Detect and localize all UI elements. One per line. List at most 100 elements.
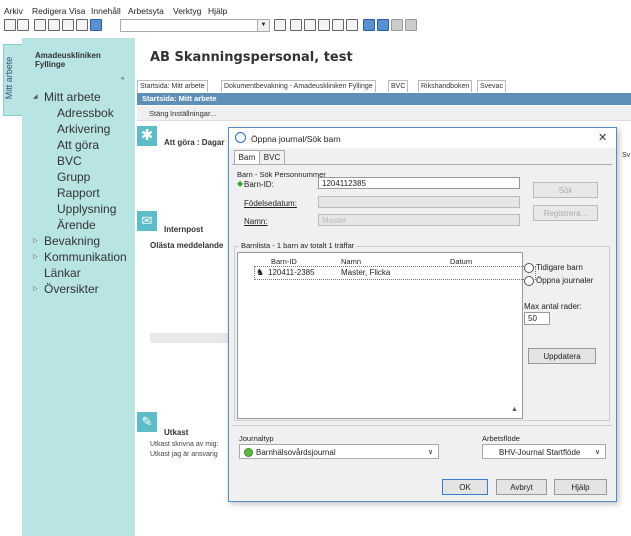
- birthdate-label: Födelsedatum:: [244, 199, 297, 208]
- collapsed-triangle-icon[interactable]: ▷: [33, 237, 38, 244]
- sidebar-item-arende[interactable]: Ärende: [57, 218, 96, 232]
- menu-verktyg[interactable]: Verktyg: [173, 6, 201, 16]
- toolbar-mail-icon[interactable]: [363, 19, 375, 31]
- tab-separator: [232, 164, 612, 165]
- tab-bvc-dialog[interactable]: BVC: [259, 150, 285, 165]
- main-tab-bar: Startsida: Mitt arbete Dokumentbevakning…: [137, 80, 631, 92]
- tab-bvc[interactable]: BVC: [388, 80, 409, 92]
- tab-rikshandboken[interactable]: Rikshandboken: [418, 80, 473, 92]
- toolbar-print-icon[interactable]: [34, 19, 46, 31]
- settings-command[interactable]: Inställningar...: [170, 109, 216, 118]
- sidebar-item-label: Mitt arbete: [44, 90, 101, 104]
- toolbar-rows-icon[interactable]: [332, 19, 344, 31]
- max-rows-input[interactable]: 50: [524, 312, 550, 325]
- toolbar-edit-icon[interactable]: [391, 19, 403, 31]
- toolbar-doc-icon[interactable]: [405, 19, 417, 31]
- sidebar-item-att-gora[interactable]: Att göra: [57, 138, 99, 152]
- birthdate-input[interactable]: [318, 196, 520, 208]
- command-bar: Stäng Inställningar...: [137, 106, 631, 121]
- children-list[interactable]: Barn-ID Namn Datum ♞ 120411-2385 Master,…: [237, 252, 536, 419]
- toolbar-search-combo[interactable]: ▼: [120, 19, 270, 32]
- chevron-down-icon[interactable]: ∨: [595, 445, 600, 460]
- ok-button[interactable]: OK: [442, 479, 488, 495]
- max-rows-text: Max antal rader:: [524, 302, 582, 311]
- sidebar-item-lankar[interactable]: Länkar: [44, 266, 81, 280]
- update-button[interactable]: Uppdatera: [528, 348, 596, 364]
- workflow-select[interactable]: BHV-Journal Startflöde ∨: [482, 444, 606, 459]
- menu-arkiv[interactable]: Arkiv: [4, 6, 23, 16]
- menu-hjalp[interactable]: Hjälp: [208, 6, 227, 16]
- mail-icon: ✉: [137, 211, 157, 231]
- required-marker-icon: ◆: [237, 179, 244, 188]
- sidebar-item-label: Bevakning: [44, 234, 101, 248]
- divider: [232, 425, 612, 426]
- toolbar: ▼: [0, 19, 631, 34]
- journal-app-icon: [235, 132, 246, 143]
- toolbar-cards-icon[interactable]: [304, 19, 316, 31]
- toolbar-save-icon[interactable]: [48, 19, 60, 31]
- scroll-up-icon[interactable]: ▲: [511, 406, 518, 413]
- menu-redigera[interactable]: Redigera: [32, 6, 67, 16]
- menu-arbetsyta[interactable]: Arbetsyta: [128, 6, 164, 16]
- tab-dokumentbevakning[interactable]: Dokumentbevakning - Amadeuskliniken Fyll…: [221, 80, 376, 92]
- todo-section-title: Att göra : Dagar: [164, 138, 225, 147]
- column-header-namn[interactable]: Namn: [341, 257, 361, 266]
- toolbar-user-icon[interactable]: [90, 19, 102, 31]
- sidebar-item-mitt-arbete[interactable]: ◢ Mitt arbete: [33, 90, 101, 104]
- sidebar-item-grupp[interactable]: Grupp: [57, 170, 90, 184]
- tab-svevac[interactable]: Svevac: [477, 80, 506, 92]
- barn-id-label: Barn-ID:: [244, 180, 274, 189]
- workflow-label: Arbetsflöde: [482, 434, 520, 443]
- tab-barn[interactable]: Barn: [234, 150, 260, 165]
- sidebar-item-adressbok[interactable]: Adressbok: [57, 106, 114, 120]
- open-journals-label: Öppna journaler: [536, 276, 594, 285]
- toolbar-window-icon[interactable]: [346, 19, 358, 31]
- column-header-datum[interactable]: Datum: [450, 257, 472, 266]
- sidebar-item-oversikter[interactable]: ▷ Översikter: [33, 282, 99, 296]
- sidebar-item-arkivering[interactable]: Arkivering: [57, 122, 110, 136]
- journal-type-label: Journaltyp: [239, 434, 274, 443]
- chevron-down-icon[interactable]: ▼: [257, 19, 270, 32]
- journal-type-value: Barnhälsovårdsjournal: [256, 448, 336, 457]
- draft-line-responsible: Utkast jag är ansvarig: [150, 451, 218, 458]
- sidebar-item-rapport[interactable]: Rapport: [57, 186, 100, 200]
- menu-visa[interactable]: Visa: [69, 6, 85, 16]
- column-header-barn-id[interactable]: Barn-ID: [271, 257, 297, 266]
- table-row[interactable]: ♞ 120411-2385 Master, Flicka: [254, 266, 536, 280]
- sidebar-item-upplysning[interactable]: Upplysning: [57, 202, 116, 216]
- collapse-icon[interactable]: «: [121, 76, 124, 82]
- toolbar-star-icon[interactable]: [377, 19, 389, 31]
- barn-id-input[interactable]: 1204112385: [318, 177, 520, 189]
- help-button[interactable]: Hjälp: [554, 479, 607, 495]
- previous-children-radio[interactable]: [524, 263, 534, 273]
- sidebar-item-bevakning[interactable]: ▷ Bevakning: [33, 234, 101, 248]
- toolbar-folder-icon[interactable]: [76, 19, 88, 31]
- close-command[interactable]: Stäng: [149, 109, 169, 118]
- toolbar-close-icon[interactable]: [17, 19, 29, 31]
- menu-innehall[interactable]: Innehåll: [91, 6, 121, 16]
- sidebar-item-label: Översikter: [44, 282, 99, 296]
- toolbar-columns-icon[interactable]: [318, 19, 330, 31]
- clinic-name: Amadeuskliniken Fyllinge: [35, 51, 101, 69]
- expanded-triangle-icon[interactable]: ◢: [33, 93, 38, 100]
- toolbar-new-icon[interactable]: [4, 19, 16, 31]
- journal-type-select[interactable]: Barnhälsovårdsjournal ∨: [239, 444, 439, 459]
- cancel-button[interactable]: Avbryt: [496, 479, 547, 495]
- close-icon[interactable]: ✕: [598, 131, 607, 144]
- child-icon: ♞: [256, 267, 265, 277]
- search-button[interactable]: Sök: [533, 182, 598, 198]
- toolbar-refresh-icon[interactable]: [274, 19, 286, 31]
- vertical-tab-label: Mitt arbete: [4, 56, 14, 100]
- name-input[interactable]: Master: [318, 214, 520, 226]
- sidebar-item-kommunikation[interactable]: ▷ Kommunikation: [33, 250, 127, 264]
- toolbar-copy-icon[interactable]: [62, 19, 74, 31]
- sidebar-item-bvc[interactable]: BVC: [57, 154, 82, 168]
- collapsed-triangle-icon[interactable]: ▷: [33, 253, 38, 260]
- tab-startsida[interactable]: Startsida: Mitt arbete: [137, 80, 208, 92]
- draft-section-title: Utkast: [164, 428, 189, 437]
- chevron-down-icon[interactable]: ∨: [428, 445, 433, 460]
- toolbar-grid-icon[interactable]: [290, 19, 302, 31]
- register-button[interactable]: Registrera...: [533, 205, 598, 221]
- collapsed-triangle-icon[interactable]: ▷: [33, 285, 38, 292]
- open-journals-radio[interactable]: [524, 276, 534, 286]
